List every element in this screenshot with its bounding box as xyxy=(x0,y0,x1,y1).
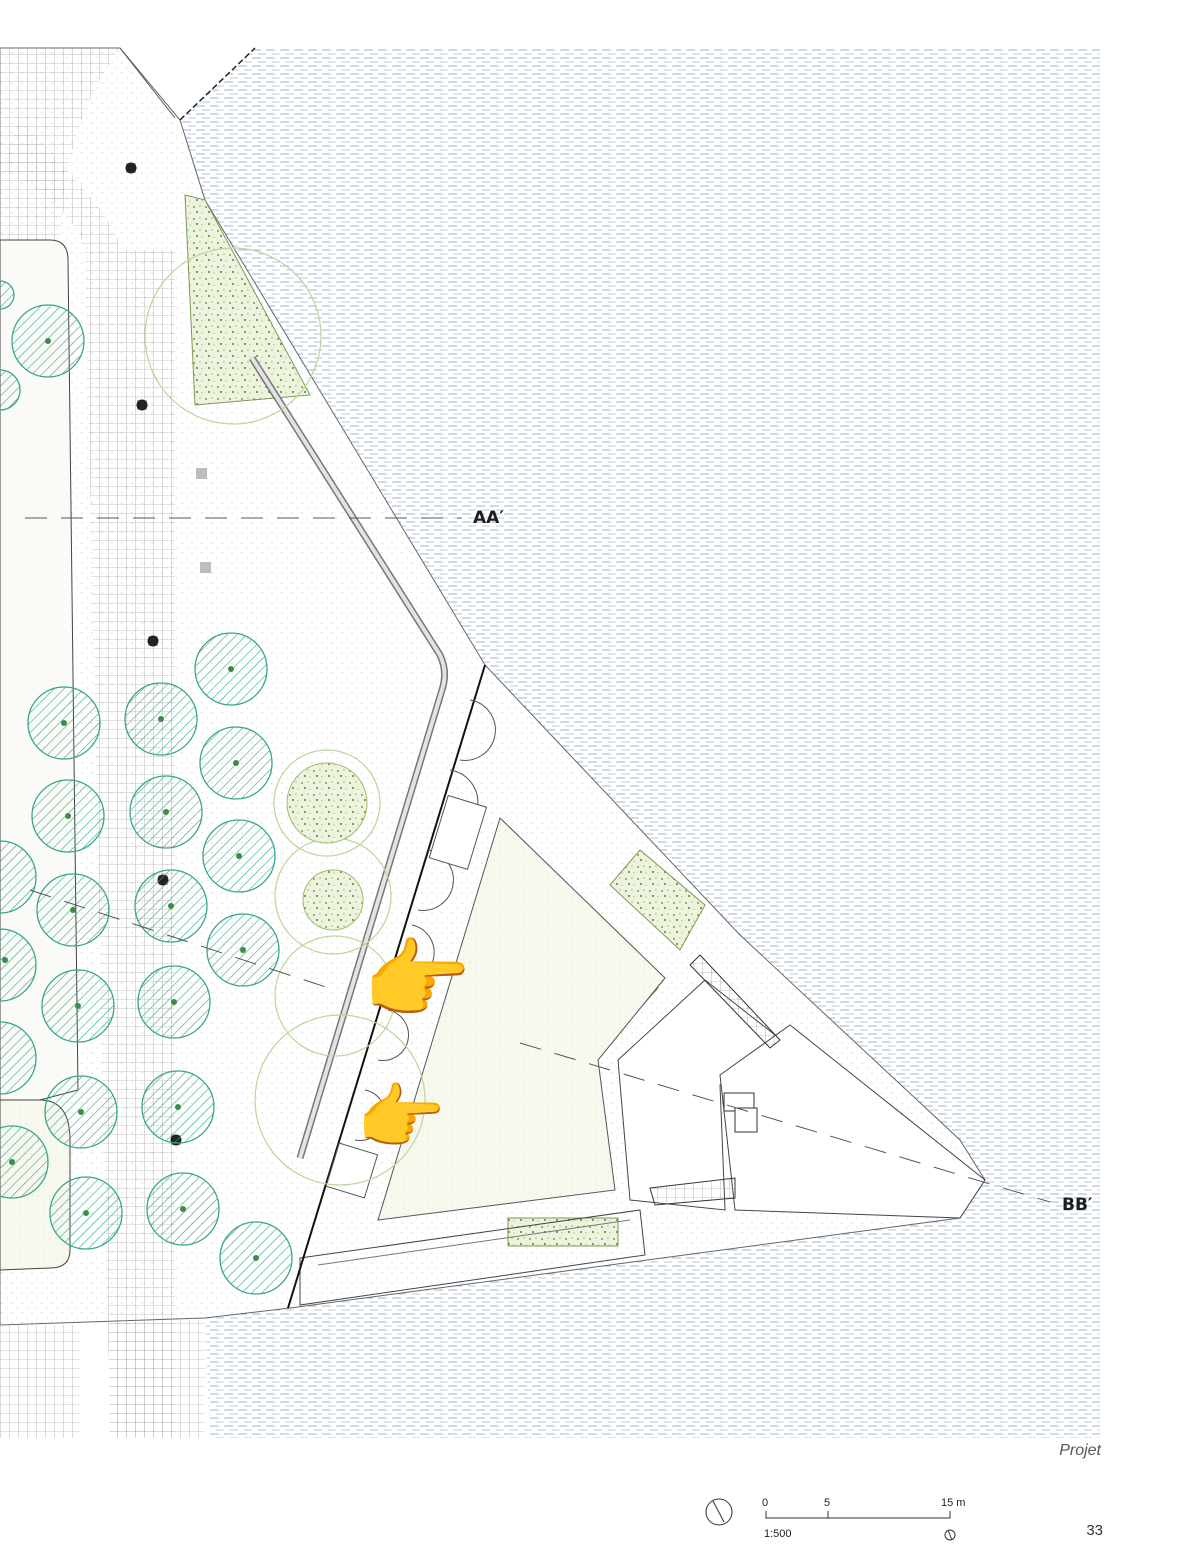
pointing-hand-icon: 👉 xyxy=(356,1078,446,1158)
pointing-hand-icon: 👉 xyxy=(362,930,472,1029)
site-plan xyxy=(0,47,1100,1541)
caption: Projet xyxy=(1059,1442,1101,1459)
paver-square xyxy=(196,468,207,479)
section-label-bb: BB′ xyxy=(1062,1195,1093,1215)
scale-bar xyxy=(765,1511,956,1541)
paver-square xyxy=(200,562,211,573)
scale-ratio: 1:500 xyxy=(764,1528,792,1540)
scale-tick-5: 5 xyxy=(824,1497,831,1509)
scale-tick-15: 15 m xyxy=(941,1497,966,1509)
north-arrow-icon xyxy=(705,1498,733,1526)
scale-tick-0: 0 xyxy=(762,1497,769,1509)
page-number: 33 xyxy=(1086,1522,1103,1539)
section-label-aa: AA′ xyxy=(473,508,504,528)
